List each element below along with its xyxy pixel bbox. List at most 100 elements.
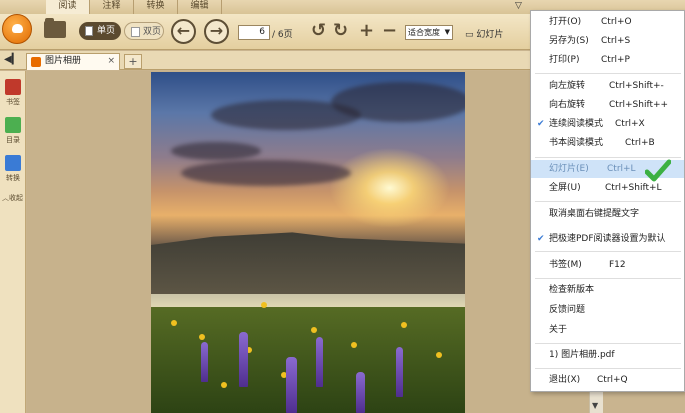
sidebar-collapse-button[interactable]: ︿收起 xyxy=(2,193,23,203)
menu-item-label: 取消桌面右键提醒文字 xyxy=(549,209,640,219)
meadow xyxy=(151,307,465,413)
menu-item-bookmarks[interactable]: 书签(M) F12 xyxy=(531,256,684,274)
add-tab-button[interactable]: + xyxy=(124,54,142,69)
single-page-button[interactable]: 单页 xyxy=(79,22,121,40)
menu-item-feedback[interactable]: 反馈问题 xyxy=(531,301,684,319)
lupine xyxy=(286,357,297,413)
menu-item-book-mode[interactable]: 书本阅读模式 Ctrl+B xyxy=(531,134,684,152)
menu-item-label: 打印(P) xyxy=(549,55,580,65)
pdf-file-icon xyxy=(31,57,41,67)
menu-item-rotate-left[interactable]: 向左旋转 Ctrl+Shift+- xyxy=(531,77,684,95)
document-view[interactable] xyxy=(27,71,589,413)
rotate-left-icon[interactable]: ↺ xyxy=(311,21,326,41)
green-check-icon xyxy=(645,159,671,182)
hill xyxy=(151,232,465,294)
menu-item-label: 幻灯片(E) xyxy=(549,164,589,174)
cloud xyxy=(171,142,261,160)
menu-item-label: 检查新版本 xyxy=(549,285,595,295)
menu-item-label: 关于 xyxy=(549,325,568,335)
sidebar-item-label: 转换 xyxy=(6,174,20,182)
menu-item-shortcut: Ctrl+Shift+- xyxy=(609,81,664,91)
menu-item-shortcut: Ctrl+S xyxy=(601,36,631,46)
menu-item-recent-file[interactable]: 1) 图片相册.pdf xyxy=(531,346,684,364)
flower xyxy=(351,342,357,348)
flower xyxy=(311,327,317,333)
slideshow-label: 幻灯片 xyxy=(476,30,504,40)
menu-item-rotate-right[interactable]: 向右旋转 Ctrl+Shift++ xyxy=(531,96,684,114)
sidebar-item-toc[interactable]: 目录 xyxy=(2,117,24,145)
flower xyxy=(401,322,407,328)
arrow-left-icon: ← xyxy=(176,21,191,40)
close-tab-icon[interactable]: × xyxy=(107,54,115,69)
menu-item-exit[interactable]: 退出(X) Ctrl+Q xyxy=(531,371,684,389)
single-page-icon xyxy=(85,26,93,36)
app-logo[interactable] xyxy=(2,14,32,44)
menu-item-label: 反馈问题 xyxy=(549,305,586,315)
menu-item-print[interactable]: 打印(P) Ctrl+P xyxy=(531,51,684,69)
menu-divider xyxy=(535,201,681,202)
menu-item-label: 向右旋转 xyxy=(549,100,586,110)
menu-item-save-as[interactable]: 另存为(S) Ctrl+S xyxy=(531,32,684,50)
tab-annotate[interactable]: 注释 xyxy=(90,0,134,14)
menu-item-label: 打开(O) xyxy=(549,17,582,27)
page-number-input[interactable]: 6 xyxy=(238,25,270,40)
back-icon[interactable]: ◀▎ xyxy=(4,54,19,66)
menu-item-shortcut: F12 xyxy=(609,260,626,270)
menu-item-about[interactable]: 关于 xyxy=(531,321,684,339)
checkmark-icon: ✔ xyxy=(537,119,545,129)
convert-icon xyxy=(5,155,21,171)
menu-divider xyxy=(535,73,681,74)
bookmark-icon xyxy=(5,79,21,95)
flower xyxy=(199,334,205,340)
menu-item-cancel-desktop-tip[interactable]: 取消桌面右键提醒文字 xyxy=(531,205,684,223)
lupine xyxy=(316,337,323,387)
tab-read[interactable]: 阅读 xyxy=(46,0,90,14)
cloud xyxy=(181,160,351,186)
flower xyxy=(436,352,442,358)
zoom-in-icon[interactable]: + xyxy=(359,21,374,41)
rotate-right-icon[interactable]: ↻ xyxy=(333,21,348,41)
flower xyxy=(171,320,177,326)
flower xyxy=(261,302,267,308)
document-tab[interactable]: 图片相册 × xyxy=(26,53,120,70)
single-page-label: 单页 xyxy=(97,26,116,36)
menu-divider xyxy=(535,278,681,279)
menu-item-open[interactable]: 打开(O) Ctrl+O xyxy=(531,13,684,31)
double-page-button[interactable]: 双页 xyxy=(124,22,164,40)
double-page-label: 双页 xyxy=(143,27,162,37)
zoom-value: 适合宽度 xyxy=(408,28,440,37)
menu-item-set-default[interactable]: ✔ 把极速PDF阅读器设置为默认 xyxy=(531,230,684,248)
zoom-select[interactable]: 适合宽度 ▼ xyxy=(405,25,453,40)
lupine xyxy=(201,342,208,382)
menu-item-label: 全屏(U) xyxy=(549,183,581,193)
slideshow-button[interactable]: ▭ 幻灯片 xyxy=(465,27,503,40)
sidebar-item-label: 目录 xyxy=(6,136,20,144)
menu-item-continuous-mode[interactable]: ✔ 连续阅读模式 Ctrl+X xyxy=(531,115,684,133)
menu-item-shortcut: Ctrl+Shift++ xyxy=(609,100,669,110)
menu-divider xyxy=(535,343,681,344)
cloud xyxy=(331,82,465,122)
prev-page-button[interactable]: ← xyxy=(171,19,196,44)
open-folder-icon[interactable] xyxy=(44,18,66,38)
lupine xyxy=(239,332,248,387)
menu-item-check-update[interactable]: 检查新版本 xyxy=(531,281,684,299)
flower xyxy=(221,382,227,388)
menu-item-shortcut: Ctrl+X xyxy=(615,119,645,129)
tab-convert[interactable]: 转换 xyxy=(134,0,178,14)
chevron-down-icon: ▼ xyxy=(444,28,450,36)
lupine xyxy=(356,372,365,413)
sidebar-item-bookmarks[interactable]: 书签 xyxy=(2,79,24,107)
menu-item-shortcut: Ctrl+O xyxy=(601,17,632,27)
scroll-down-icon[interactable]: ▼ xyxy=(592,401,598,410)
sidebar-item-convert[interactable]: 转换 xyxy=(2,155,24,183)
arrow-right-icon: → xyxy=(209,21,224,40)
zoom-out-icon[interactable]: − xyxy=(382,21,397,41)
next-page-button[interactable]: → xyxy=(204,19,229,44)
checkmark-icon: ✔ xyxy=(537,234,545,244)
menu-item-label: 另存为(S) xyxy=(549,36,589,46)
menu-item-shortcut: Ctrl+L xyxy=(607,164,636,174)
menu-item-label: 向左旋转 xyxy=(549,81,586,91)
skin-icon[interactable]: ▽ xyxy=(515,1,522,11)
tab-edit[interactable]: 编辑 xyxy=(178,0,222,14)
page-image xyxy=(151,72,465,413)
